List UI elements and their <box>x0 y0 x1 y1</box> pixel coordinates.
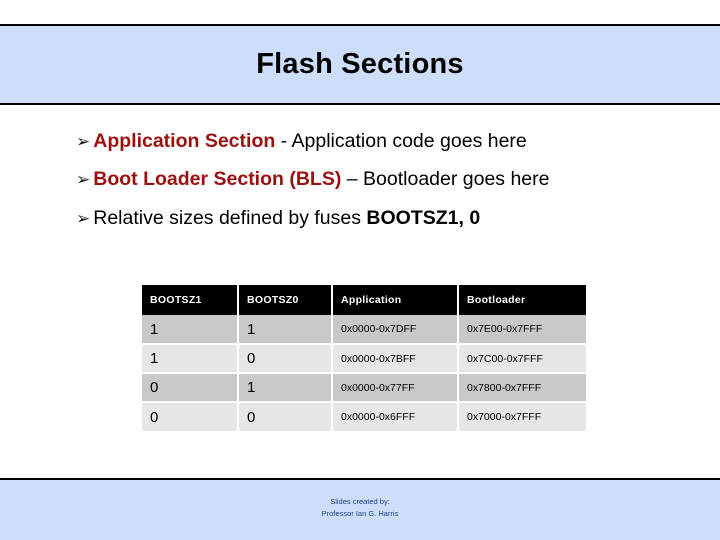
footer-credit-line-1: Slides created by: <box>330 497 390 506</box>
bullet-rest-bootloader: – Bootloader goes here <box>341 168 550 191</box>
bullet-item-relative-sizes: ➢ Relative sizes defined by fuses BOOTSZ… <box>0 207 720 229</box>
table-header-row: BOOTSZ1 BOOTSZ0 Application Bootloader <box>142 285 586 315</box>
table-row: 0 0 0x0000-0x6FFF 0x7000-0x7FFF <box>142 402 586 431</box>
cell-application-range: 0x0000-0x6FFF <box>332 402 459 431</box>
cell-bootsz1: 0 <box>142 402 239 431</box>
table-row: 1 1 0x0000-0x7DFF 0x7E00-0x7FFF <box>142 315 586 345</box>
bullet-item-bootloader: ➢ Boot Loader Section (BLS) – Bootloader… <box>0 168 720 190</box>
column-header-bootloader: Bootloader <box>458 285 586 315</box>
bullet-rest-application: - Application code goes here <box>275 130 527 152</box>
table-row: 0 1 0x0000-0x77FF 0x7800-0x7FFF <box>142 373 586 403</box>
cell-bootloader-range: 0x7000-0x7FFF <box>458 402 586 431</box>
cell-bootsz0: 0 <box>238 344 333 374</box>
bullet-item-application-text: Application Section - Application code g… <box>93 130 527 152</box>
table-row: 1 0 0x0000-0x7BFF 0x7C00-0x7FFF <box>142 344 586 374</box>
page-title: Flash Sections <box>256 48 464 80</box>
bullet-lead-application: Application Section <box>93 130 276 152</box>
cell-application-range: 0x0000-0x7BFF <box>332 344 459 374</box>
cell-bootsz1: 1 <box>142 344 239 374</box>
bullet-list: ➢ Application Section - Application code… <box>0 130 720 245</box>
cell-bootsz1: 0 <box>142 373 239 403</box>
cell-application-range: 0x0000-0x77FF <box>332 373 459 403</box>
footer-credit-line-2: Professor Ian G. Harris <box>321 508 399 518</box>
bullet-lead-relative-sizes: Relative sizes defined by fuses <box>93 206 367 229</box>
cell-bootloader-range: 0x7800-0x7FFF <box>458 373 586 403</box>
bullet-item-bootloader-text: Boot Loader Section (BLS) – Bootloader g… <box>93 168 549 190</box>
cell-bootsz1: 1 <box>142 315 239 345</box>
bullet-tail-fuse-names: BOOTSZ1, 0 <box>366 206 481 229</box>
arrow-bullet-icon: ➢ <box>76 170 91 190</box>
column-header-application: Application <box>332 285 459 315</box>
cell-bootsz0: 1 <box>238 373 333 403</box>
column-header-bootsz0: BOOTSZ0 <box>238 285 333 315</box>
slide-footer-band: Slides created by: Professor Ian G. Harr… <box>0 478 720 540</box>
bullet-item-relative-sizes-text: Relative sizes defined by fuses BOOTSZ1,… <box>93 207 480 229</box>
cell-bootloader-range: 0x7C00-0x7FFF <box>458 344 586 374</box>
cell-application-range: 0x0000-0x7DFF <box>332 315 459 345</box>
cell-bootloader-range: 0x7E00-0x7FFF <box>458 315 586 345</box>
arrow-bullet-icon: ➢ <box>76 132 91 151</box>
column-header-bootsz1: BOOTSZ1 <box>142 285 239 315</box>
arrow-bullet-icon: ➢ <box>76 208 91 228</box>
cell-bootsz0: 1 <box>238 315 333 345</box>
flash-sections-table: BOOTSZ1 BOOTSZ0 Application Bootloader 1… <box>142 285 586 431</box>
slide-header-band: Flash Sections <box>0 24 720 105</box>
cell-bootsz0: 0 <box>238 402 333 431</box>
bullet-lead-bootloader: Boot Loader Section (BLS) <box>93 168 342 191</box>
bullet-item-application: ➢ Application Section - Application code… <box>0 130 720 152</box>
